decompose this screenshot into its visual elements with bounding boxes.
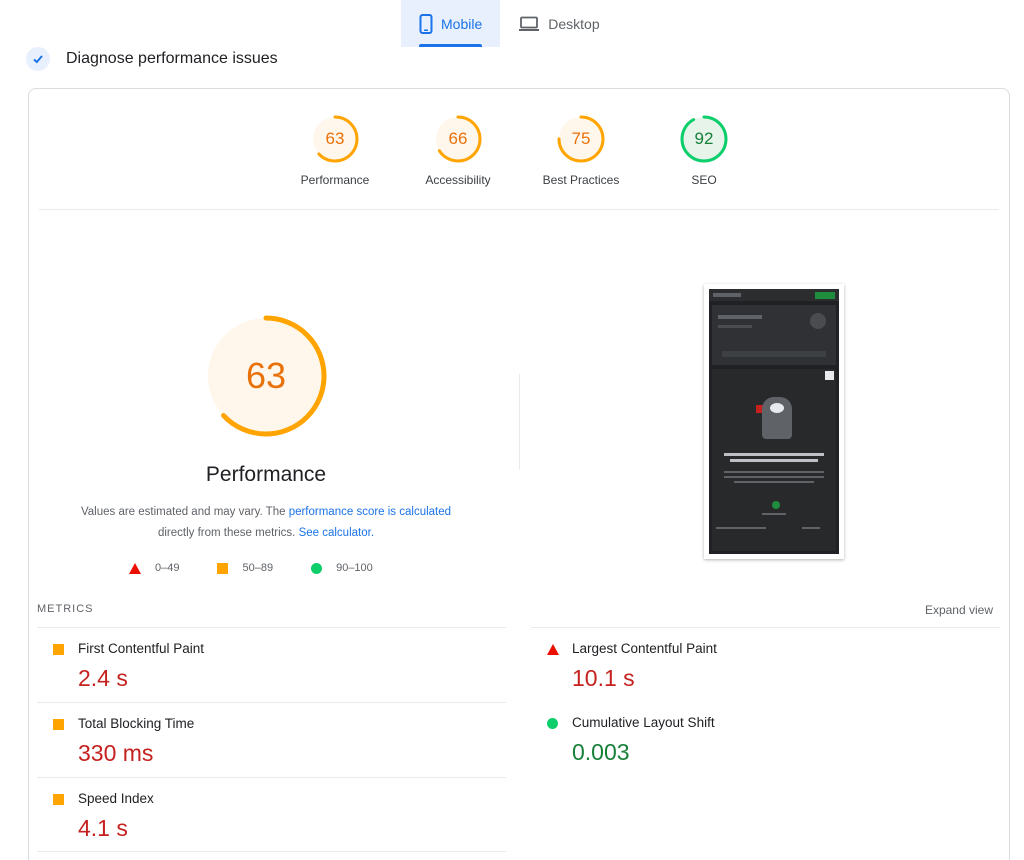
triangle-icon	[129, 562, 141, 574]
score-legend: 0–49 50–89 90–100	[129, 562, 373, 574]
final-screenshot[interactable]	[704, 284, 844, 559]
circle-icon	[547, 718, 558, 729]
metric-value: 330 ms	[78, 740, 154, 766]
square-icon	[53, 794, 64, 805]
legend-fail-range: 0–49	[155, 562, 180, 574]
metric-cumulative-layout-shift: Cumulative Layout Shift 0.003	[531, 702, 1000, 777]
circle-icon	[311, 562, 323, 574]
see-calculator-link[interactable]: See calculator.	[299, 527, 374, 539]
performance-score-link[interactable]: performance score is calculated	[289, 506, 451, 518]
square-icon	[53, 719, 64, 730]
metric-value: 2.4 s	[78, 665, 128, 691]
vertical-divider	[519, 374, 520, 470]
tab-desktop-label: Desktop	[548, 15, 600, 32]
metric-value: 0.003	[572, 739, 630, 765]
metric-value: 10.1 s	[572, 665, 635, 691]
device-tabs: Mobile Desktop	[401, 0, 618, 47]
score-performance-value: 63	[325, 129, 345, 148]
score-note: Values are estimated and may vary. The p…	[79, 502, 453, 544]
score-accessibility-label: Accessibility	[425, 173, 491, 187]
diagnose-header: Diagnose performance issues	[26, 47, 278, 71]
smartphone-icon	[419, 13, 433, 34]
legend-fail: 0–49	[129, 562, 179, 574]
metric-speed-index: Speed Index 4.1 s	[37, 777, 506, 852]
metric-name: Largest Contentful Paint	[572, 641, 717, 656]
performance-gauge: 63	[203, 313, 329, 439]
score-accessibility-value: 66	[448, 129, 468, 148]
square-icon	[53, 644, 64, 655]
metric-largest-contentful-paint: Largest Contentful Paint 10.1 s	[531, 627, 1000, 702]
expand-view-button[interactable]: Expand view	[925, 603, 993, 617]
square-icon	[217, 562, 229, 574]
metric-name: Total Blocking Time	[78, 716, 195, 731]
tab-mobile-label: Mobile	[441, 15, 483, 32]
score-accessibility[interactable]: 66 Accessibility	[403, 113, 513, 187]
metrics-heading: METRICS	[37, 603, 94, 615]
legend-pass: 90–100	[311, 562, 373, 574]
score-performance-label: Performance	[300, 173, 370, 187]
report-card: 63 Performance 66 Accessibility 75 Best …	[28, 88, 1010, 860]
score-seo-label: SEO	[691, 173, 717, 187]
tab-mobile[interactable]: Mobile	[401, 0, 501, 47]
lighthouse-icon	[26, 47, 50, 71]
performance-title: Performance	[205, 463, 327, 486]
metric-value: 4.1 s	[78, 815, 128, 841]
legend-pass-range: 90–100	[336, 562, 373, 574]
score-best-practices[interactable]: 75 Best Practices	[526, 113, 636, 187]
score-performance[interactable]: 63 Performance	[280, 113, 390, 187]
performance-score: 63	[245, 355, 287, 396]
metric-total-blocking-time: Total Blocking Time 330 ms	[37, 702, 506, 777]
tab-desktop[interactable]: Desktop	[500, 0, 617, 47]
category-scores: 63 Performance 66 Accessibility 75 Best …	[29, 113, 1009, 193]
metric-name: First Contentful Paint	[78, 641, 205, 656]
screenshot-image	[709, 289, 839, 554]
score-best-practices-value: 75	[571, 129, 591, 148]
triangle-icon	[547, 644, 559, 655]
divider	[39, 209, 999, 210]
legend-average-range: 50–89	[242, 562, 274, 574]
score-seo-value: 92	[694, 129, 714, 148]
diagnose-title: Diagnose performance issues	[66, 50, 278, 67]
metric-name: Speed Index	[78, 791, 154, 806]
legend-average: 50–89	[217, 562, 273, 574]
score-seo[interactable]: 92 SEO	[649, 113, 759, 187]
note-text-1: Values are estimated and may vary. The	[80, 506, 289, 518]
note-text-2: directly from these metrics.	[157, 527, 299, 539]
metric-name: Cumulative Layout Shift	[572, 715, 715, 730]
laptop-icon	[518, 16, 540, 32]
metric-first-contentful-paint: First Contentful Paint 2.4 s	[37, 627, 506, 702]
score-best-practices-label: Best Practices	[542, 173, 620, 187]
